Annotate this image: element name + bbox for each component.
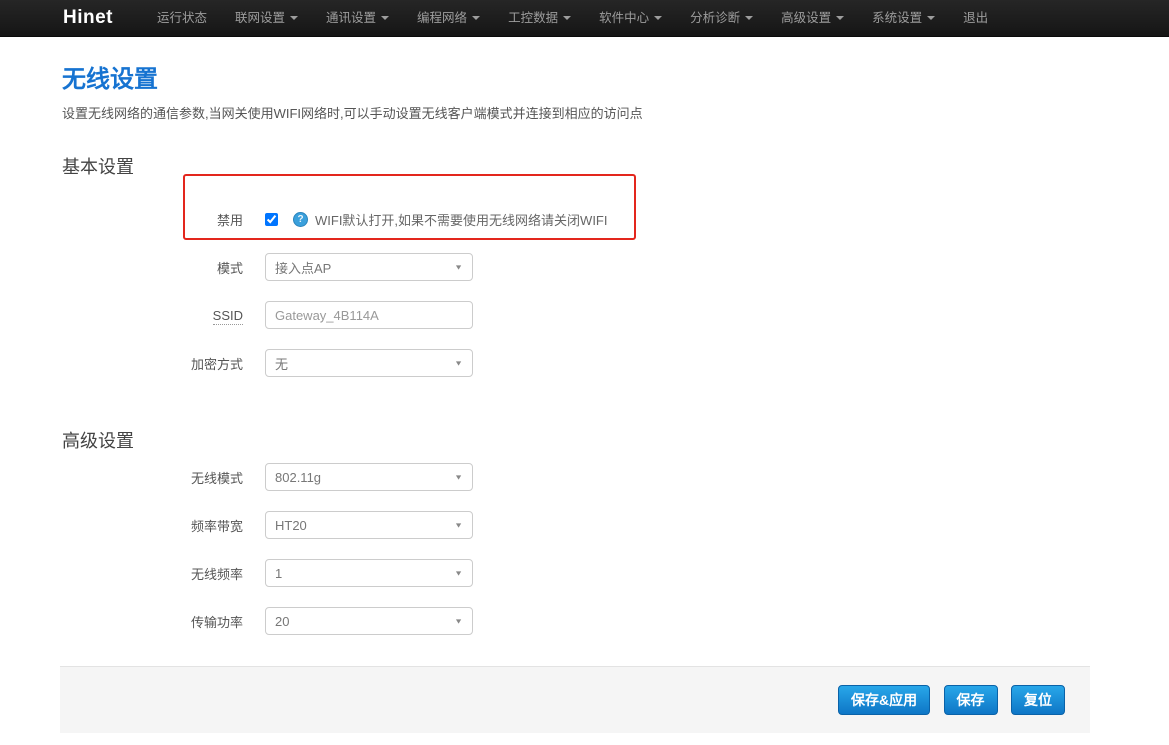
nav-item-software-center[interactable]: 软件中心 xyxy=(585,0,676,37)
top-navbar: Hinet 运行状态 联网设置 通讯设置 编程网络 工控数据 软件中心 分析诊断… xyxy=(0,0,1169,37)
channel-select[interactable]: 1 ▼ xyxy=(265,559,473,587)
reset-button[interactable]: 复位 xyxy=(1011,685,1065,715)
footer-action-bar: 保存&应用 保存 复位 xyxy=(60,666,1090,733)
nav-item-logout[interactable]: 退出 xyxy=(949,0,1002,37)
select-arrow-icon: ▼ xyxy=(454,521,463,529)
basic-settings-form: 禁用 ? WIFI默认打开,如果不需要使用无线网络请关闭WIFI 模式 接入点A… xyxy=(62,205,1169,377)
ssid-label: SSID xyxy=(62,308,243,323)
nav-item-running-status[interactable]: 运行状态 xyxy=(143,0,221,37)
caret-down-icon xyxy=(290,16,298,20)
save-apply-button[interactable]: 保存&应用 xyxy=(838,685,930,715)
select-arrow-icon: ▼ xyxy=(454,473,463,481)
nav-menu: 运行状态 联网设置 通讯设置 编程网络 工控数据 软件中心 分析诊断 高级设置 … xyxy=(143,0,1002,37)
mode-label: 模式 xyxy=(62,258,243,277)
caret-down-icon xyxy=(381,16,389,20)
advanced-settings-form: 无线模式 802.11g ▼ 频率带宽 HT20 ▼ 无线频率 1 ▼ 传输功率… xyxy=(62,463,1169,635)
select-arrow-icon: ▼ xyxy=(454,359,463,367)
mode-select-value: 接入点AP xyxy=(275,258,331,277)
channel-label: 无线频率 xyxy=(62,564,243,583)
select-arrow-icon: ▼ xyxy=(454,263,463,271)
form-row-tx-power: 传输功率 20 ▼ xyxy=(62,607,1169,635)
section-heading-advanced: 高级设置 xyxy=(62,427,1169,453)
nav-item-programming-network[interactable]: 编程网络 xyxy=(403,0,494,37)
caret-down-icon xyxy=(836,16,844,20)
select-arrow-icon: ▼ xyxy=(454,569,463,577)
tx-power-select-value: 20 xyxy=(275,614,289,629)
nav-item-industrial-data[interactable]: 工控数据 xyxy=(494,0,585,37)
wireless-mode-label: 无线模式 xyxy=(62,468,243,487)
form-row-bandwidth: 频率带宽 HT20 ▼ xyxy=(62,511,1169,539)
ssid-input[interactable] xyxy=(265,301,473,329)
wireless-mode-select[interactable]: 802.11g ▼ xyxy=(265,463,473,491)
help-question-circle-icon[interactable]: ? xyxy=(293,212,308,227)
encryption-label: 加密方式 xyxy=(62,354,243,373)
disable-label: 禁用 xyxy=(62,210,243,229)
caret-down-icon xyxy=(745,16,753,20)
select-arrow-icon: ▼ xyxy=(454,617,463,625)
page-title: 无线设置 xyxy=(62,59,1169,94)
nav-item-analysis-diagnosis[interactable]: 分析诊断 xyxy=(676,0,767,37)
caret-down-icon xyxy=(654,16,662,20)
bandwidth-select-value: HT20 xyxy=(275,518,307,533)
nav-item-advanced-settings[interactable]: 高级设置 xyxy=(767,0,858,37)
form-row-channel: 无线频率 1 ▼ xyxy=(62,559,1169,587)
disable-hint-text: WIFI默认打开,如果不需要使用无线网络请关闭WIFI xyxy=(315,210,607,229)
nav-item-network-settings[interactable]: 联网设置 xyxy=(221,0,312,37)
wireless-mode-select-value: 802.11g xyxy=(275,470,321,485)
nav-item-comm-settings[interactable]: 通讯设置 xyxy=(312,0,403,37)
caret-down-icon xyxy=(927,16,935,20)
form-row-disable: 禁用 ? WIFI默认打开,如果不需要使用无线网络请关闭WIFI xyxy=(62,205,1169,233)
form-row-mode: 模式 接入点AP ▼ xyxy=(62,253,1169,281)
tx-power-label: 传输功率 xyxy=(62,612,243,631)
red-annotation-box xyxy=(183,174,636,240)
form-row-ssid: SSID xyxy=(62,301,1169,329)
save-button[interactable]: 保存 xyxy=(944,685,998,715)
section-heading-basic: 基本设置 xyxy=(62,153,1169,179)
caret-down-icon xyxy=(472,16,480,20)
form-row-wireless-mode: 无线模式 802.11g ▼ xyxy=(62,463,1169,491)
channel-select-value: 1 xyxy=(275,566,282,581)
form-row-encryption: 加密方式 无 ▼ xyxy=(62,349,1169,377)
bandwidth-select[interactable]: HT20 ▼ xyxy=(265,511,473,539)
encryption-select[interactable]: 无 ▼ xyxy=(265,349,473,377)
brand-logo[interactable]: Hinet xyxy=(63,7,113,29)
main-content: 无线设置 设置无线网络的通信参数,当网关使用WIFI网络时,可以手动设置无线客户… xyxy=(0,59,1169,635)
mode-select[interactable]: 接入点AP ▼ xyxy=(265,253,473,281)
bandwidth-label: 频率带宽 xyxy=(62,516,243,535)
disable-checkbox[interactable] xyxy=(265,213,278,226)
page-description: 设置无线网络的通信参数,当网关使用WIFI网络时,可以手动设置无线客户端模式并连… xyxy=(62,103,1169,122)
encryption-select-value: 无 xyxy=(275,354,288,373)
caret-down-icon xyxy=(563,16,571,20)
tx-power-select[interactable]: 20 ▼ xyxy=(265,607,473,635)
nav-item-system-settings[interactable]: 系统设置 xyxy=(858,0,949,37)
